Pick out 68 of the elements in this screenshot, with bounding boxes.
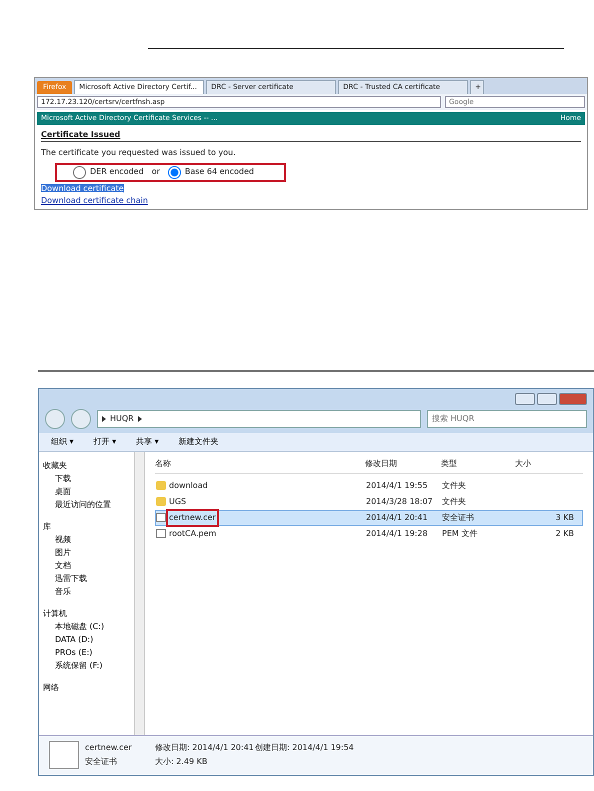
- download-link[interactable]: Download certificate chain: [41, 196, 148, 204]
- certificate-icon: [49, 741, 79, 769]
- sidebar-item[interactable]: 最近访问的位置: [43, 498, 130, 510]
- detail-type: 安全证书: [85, 756, 118, 768]
- download-link[interactable]: Download certificate: [41, 184, 124, 192]
- breadcrumb-arrow-icon: [102, 416, 106, 422]
- column-header[interactable]: 修改日期: [365, 458, 441, 470]
- column-header[interactable]: 名称: [155, 458, 365, 470]
- file-type: 安全证书: [442, 512, 475, 524]
- sidebar-item[interactable]: 库: [43, 520, 130, 532]
- path-text: HUQR: [110, 412, 134, 424]
- sidebar-item[interactable]: 下载: [43, 472, 130, 484]
- sidebar-item[interactable]: 音乐: [43, 586, 130, 598]
- message-text: The certificate you requested was issued to you.: [41, 146, 237, 158]
- sidebar-item[interactable]: 迅雷下载: [43, 572, 130, 584]
- back-button[interactable]: [45, 408, 65, 428]
- file-date: 2014/4/1 19:28: [366, 528, 429, 540]
- minimize-button[interactable]: [515, 392, 535, 404]
- file-row[interactable]: certnew.cer 2014/4/1 20:41 安全证书 3 KB: [155, 510, 583, 526]
- file-row[interactable]: download 2014/4/1 19:55 文件夹: [155, 478, 583, 494]
- detail-name: certnew.cer: [85, 742, 133, 754]
- sidebar-item[interactable]: DATA (D:): [43, 634, 130, 646]
- sidebar-item[interactable]: PROs (E:): [43, 646, 130, 658]
- address-bar[interactable]: HUQR: [97, 410, 421, 428]
- file-name: certnew.cer: [169, 512, 216, 524]
- sidebar-item[interactable]: 本地磁盘 (C:): [43, 620, 130, 632]
- file-type: PEM 文件: [442, 528, 478, 540]
- sidebar-item[interactable]: 桌面: [43, 486, 130, 498]
- scrollbar[interactable]: [135, 452, 145, 734]
- sidebar-item[interactable]: 视频: [43, 534, 130, 546]
- toolbar-button[interactable]: 组织 ▾: [51, 436, 74, 448]
- file-size: 2 KB: [554, 528, 575, 540]
- maximize-button[interactable]: [537, 392, 557, 404]
- close-button[interactable]: [559, 392, 587, 404]
- file-name: UGS: [169, 496, 186, 508]
- column-header[interactable]: 类型: [441, 458, 515, 470]
- sidebar-item[interactable]: 系统保留 (F:): [43, 660, 130, 672]
- file-name: download: [169, 480, 208, 492]
- file-row[interactable]: rootCA.pem 2014/4/1 19:28 PEM 文件 2 KB: [155, 526, 583, 542]
- sidebar-item[interactable]: 图片: [43, 546, 130, 558]
- radio-button[interactable]: [73, 166, 86, 178]
- radio-button[interactable]: [168, 166, 181, 178]
- radio-label: Base 64 encoded: [184, 166, 254, 178]
- detail-created: 创建日期: 2014/4/1 19:54: [255, 742, 355, 754]
- separator-text: or: [152, 166, 160, 178]
- sidebar-item[interactable]: 收藏夹: [43, 460, 130, 472]
- breadcrumb-arrow-icon: [138, 416, 142, 422]
- page-heading: Certificate Issued: [41, 128, 581, 142]
- file-date: 2014/4/1 19:55: [366, 480, 429, 492]
- file-type: 文件夹: [442, 480, 467, 492]
- detail-size: 大小: 2.49 KB: [155, 756, 208, 768]
- forward-button[interactable]: [71, 408, 91, 428]
- file-row[interactable]: UGS 2014/3/28 18:07 文件夹: [155, 494, 583, 510]
- search-field[interactable]: 搜索 HUQR: [427, 410, 587, 428]
- sidebar-item[interactable]: 文档: [43, 560, 130, 572]
- sidebar-item[interactable]: 计算机: [43, 608, 130, 620]
- toolbar-button[interactable]: 共享 ▾: [136, 436, 159, 448]
- file-type: 文件夹: [442, 496, 467, 508]
- radio-label: DER encoded: [90, 166, 144, 178]
- file-size: 3 KB: [554, 512, 575, 524]
- toolbar-button[interactable]: 打开 ▾: [94, 436, 116, 448]
- detail-modified: 修改日期: 2014/4/1 20:41: [155, 742, 255, 754]
- column-header[interactable]: 大小: [515, 458, 583, 470]
- file-date: 2014/3/28 18:07: [366, 496, 434, 508]
- sidebar-item[interactable]: 网络: [43, 682, 130, 694]
- file-name: rootCA.pem: [169, 528, 216, 540]
- toolbar-button[interactable]: 新建文件夹: [178, 436, 219, 448]
- file-date: 2014/4/1 20:41: [366, 512, 429, 524]
